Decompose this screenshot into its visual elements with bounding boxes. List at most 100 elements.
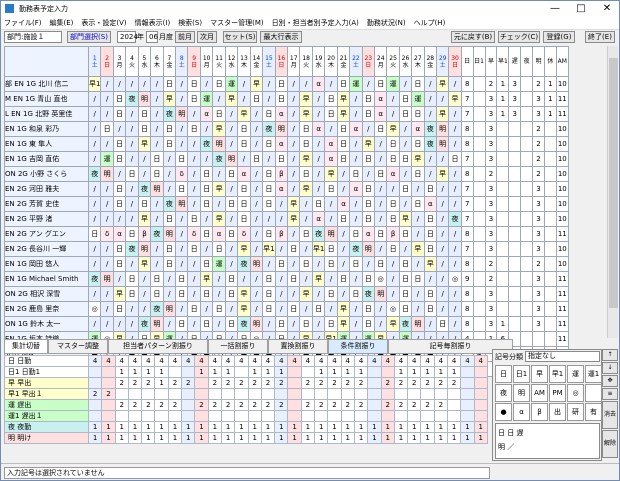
shift-cell[interactable]: / [448, 256, 462, 272]
shift-cell[interactable]: / [349, 316, 363, 332]
shift-cell[interactable]: 日 [336, 151, 351, 167]
shift-cell[interactable]: / [237, 76, 251, 92]
shift-cell[interactable]: / [125, 136, 139, 152]
shift-cell[interactable]: 早 [224, 91, 239, 107]
shift-cell[interactable]: / [249, 271, 264, 287]
shift-cell[interactable]: 夜 [162, 196, 177, 212]
shift-cell[interactable]: 日 [349, 226, 363, 242]
day-header[interactable]: 24 月 [373, 46, 388, 77]
shift-cell[interactable]: 早 [435, 76, 450, 92]
shift-cell[interactable]: 早 [361, 136, 376, 152]
shift-cell[interactable]: 夜 [125, 91, 139, 107]
shift-cell[interactable]: ◎ [87, 301, 102, 317]
symbol-button[interactable]: 夜 [495, 384, 512, 402]
day-header[interactable]: 28 金 [423, 46, 437, 77]
shift-cell[interactable]: / [249, 241, 264, 257]
shift-cell[interactable]: α [373, 106, 388, 122]
day-header[interactable]: 10 月 [199, 46, 214, 77]
shift-cell[interactable]: 日 [373, 76, 388, 92]
shift-cell[interactable]: / [125, 121, 139, 137]
shift-cell[interactable]: / [249, 181, 264, 197]
shift-cell[interactable]: 日 [423, 181, 437, 197]
shift-cell[interactable]: 日 [199, 256, 214, 272]
year-field[interactable]: 2024 [117, 31, 138, 43]
shift-cell[interactable]: / [311, 91, 326, 107]
shift-cell[interactable]: / [435, 211, 450, 227]
shift-cell[interactable]: 日 [324, 256, 338, 272]
shift-cell[interactable]: 日 [125, 226, 139, 242]
shift-cell[interactable]: 日 [423, 241, 437, 257]
shift-cell[interactable]: / [349, 211, 363, 227]
shift-cell[interactable]: / [137, 76, 152, 92]
shift-cell[interactable]: 夜 [349, 241, 363, 257]
shift-cell[interactable]: 日 [386, 136, 400, 152]
shift-cell[interactable]: / [448, 226, 462, 242]
shift-cell[interactable]: / [423, 166, 437, 182]
symbol-button[interactable]: α [513, 403, 530, 421]
shift-cell[interactable]: 早 [137, 211, 152, 227]
shift-cell[interactable]: / [299, 211, 313, 227]
shift-cell[interactable]: / [187, 256, 201, 272]
day-header[interactable]: 14 金 [249, 46, 264, 77]
shift-cell[interactable]: / [287, 181, 301, 197]
shift-cell[interactable]: 早 [423, 256, 437, 272]
shift-cell[interactable]: α [324, 151, 338, 167]
shift-cell[interactable]: 早 [336, 91, 351, 107]
shift-cell[interactable]: / [249, 166, 264, 182]
shift-cell[interactable]: 日 [237, 181, 251, 197]
shift-cell[interactable]: / [249, 136, 264, 152]
shift-cell[interactable]: 日 [274, 316, 289, 332]
shift-cell[interactable]: 日 [175, 286, 189, 302]
shift-cell[interactable]: 日 [199, 286, 214, 302]
shift-cell[interactable]: / [398, 76, 413, 92]
shift-cell[interactable]: 日 [336, 76, 351, 92]
day-header[interactable]: 27 木 [411, 46, 425, 77]
shift-cell[interactable]: / [435, 286, 450, 302]
shift-cell[interactable]: 日 [249, 151, 264, 167]
shift-cell[interactable]: 日 [324, 181, 338, 197]
shift-cell[interactable]: 明 [137, 91, 152, 107]
symbol-input-area[interactable]: 日 日 遅 明 ／ [495, 423, 600, 459]
shift-cell[interactable]: ◎ [386, 301, 400, 317]
shift-cell[interactable]: 日 [411, 196, 425, 212]
symbol-button[interactable]: 早 [531, 365, 548, 383]
shift-cell[interactable]: / [435, 256, 450, 272]
shift-cell[interactable]: 早 [411, 241, 425, 257]
undo-button[interactable]: 元に戻す(B) [451, 31, 495, 43]
shift-cell[interactable]: 日 [100, 121, 114, 137]
shift-cell[interactable]: / [435, 271, 450, 287]
symbol-button[interactable]: 早1 [549, 365, 566, 383]
shift-cell[interactable]: 日 [162, 256, 177, 272]
shift-cell[interactable]: 明 [100, 166, 114, 182]
shift-cell[interactable]: / [212, 196, 226, 212]
shift-cell[interactable]: / [386, 181, 400, 197]
shift-cell[interactable]: / [150, 121, 164, 137]
shift-cell[interactable]: 日 [175, 151, 189, 167]
shift-cell[interactable]: 早 [112, 286, 127, 302]
shift-cell[interactable]: / [112, 316, 127, 332]
shift-cell[interactable]: / [249, 286, 264, 302]
day-header[interactable]: 25 火 [386, 46, 400, 77]
shift-cell[interactable]: 日 [336, 271, 351, 287]
shift-cell[interactable]: / [187, 316, 201, 332]
shift-cell[interactable]: / [287, 166, 301, 182]
shift-cell[interactable]: 早1 [311, 241, 326, 257]
shift-cell[interactable]: / [361, 121, 376, 137]
shift-cell[interactable]: 日 [187, 76, 201, 92]
shift-cell[interactable]: 日 [237, 211, 251, 227]
shift-cell[interactable]: 早1 [262, 241, 276, 257]
shift-cell[interactable]: / [100, 181, 114, 197]
shift-cell[interactable]: 日 [224, 196, 239, 212]
menu-item[interactable]: 情報表示(I) [135, 18, 171, 28]
shift-cell[interactable]: 日 [125, 286, 139, 302]
close-window-button[interactable]: ✕ [595, 1, 619, 17]
next-month-button[interactable]: 次月 [197, 31, 217, 43]
shift-cell[interactable]: / [100, 286, 114, 302]
tab[interactable]: 一括割振り [208, 339, 268, 354]
shift-cell[interactable]: 日 [398, 301, 413, 317]
symbol-button[interactable]: 運1 [585, 365, 602, 383]
shift-cell[interactable]: / [448, 121, 462, 137]
shift-cell[interactable]: 日 [199, 181, 214, 197]
shift-cell[interactable]: / [274, 196, 289, 212]
shift-cell[interactable]: / [162, 316, 177, 332]
